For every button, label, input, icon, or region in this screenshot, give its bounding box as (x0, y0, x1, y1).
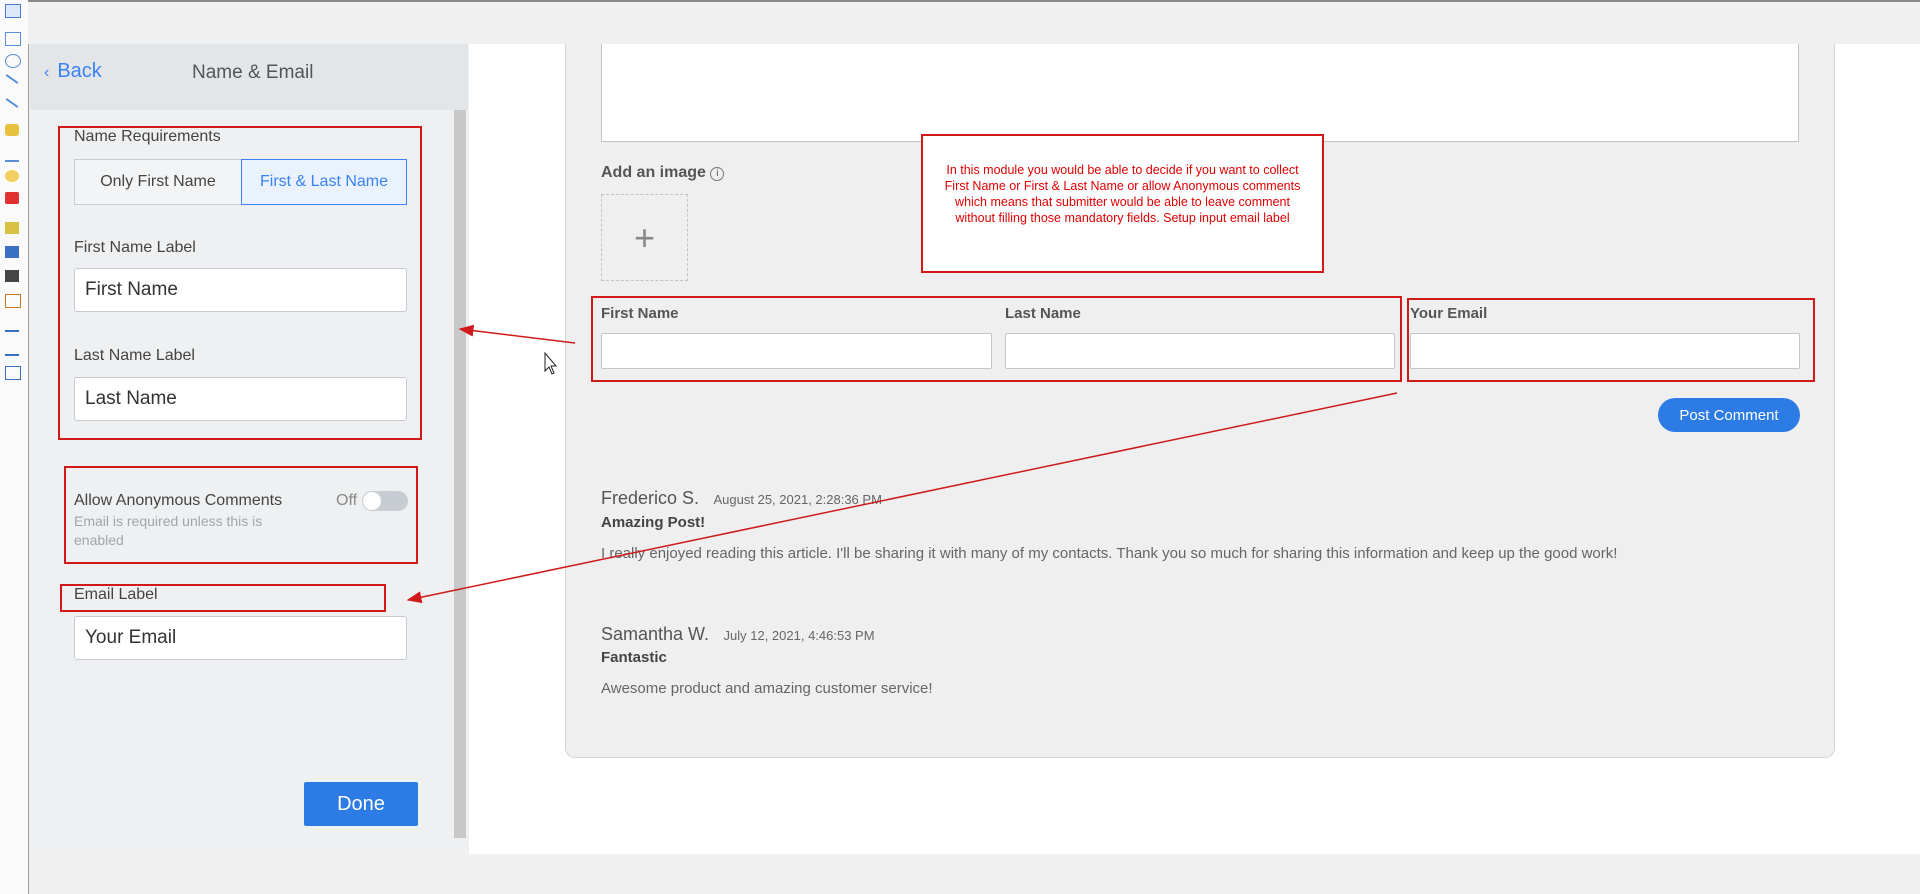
arrow-to-email-label (406, 392, 1398, 604)
annotation-arrows (406, 324, 1398, 604)
mouse-cursor-icon (544, 351, 558, 375)
arrow-to-name-settings (458, 324, 576, 344)
